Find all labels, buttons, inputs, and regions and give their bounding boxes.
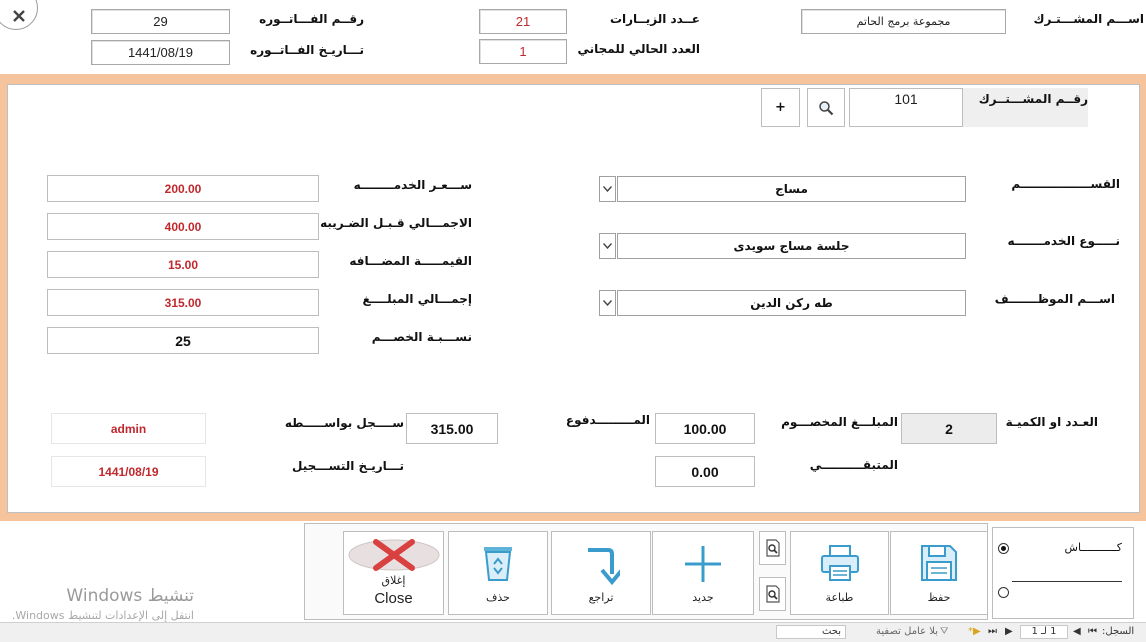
delete-label: حذف: [486, 591, 510, 604]
second-option-radio[interactable]: [998, 587, 1009, 598]
record-label: السجل:: [1102, 626, 1135, 637]
remaining-field[interactable]: 0.00: [655, 456, 755, 487]
print-preview-icon: [765, 585, 780, 603]
undo-label: تراجع: [588, 591, 614, 604]
quantity-field[interactable]: 2: [901, 413, 997, 444]
second-option-line: [1012, 581, 1122, 582]
chevron-down-icon: [603, 186, 612, 192]
first-record-button[interactable]: ⏮: [1088, 626, 1097, 637]
close-icon: [13, 10, 25, 22]
windows-activation-title: تنشيط Windows: [66, 586, 194, 606]
recycle-bin-icon: [484, 547, 512, 581]
print-button[interactable]: طباعة: [790, 531, 889, 615]
search-box[interactable]: بحث: [776, 625, 846, 639]
chevron-down-icon: [603, 243, 612, 249]
print-preview-button-2[interactable]: [759, 577, 786, 611]
add-subscriber-button[interactable]: +: [761, 88, 800, 127]
subscriber-id-label: رقــم المشـــتــرك: [978, 92, 1088, 106]
new-record-button[interactable]: ▶*: [968, 626, 981, 637]
service-type-label: نـــــوع الخدمـــــــه: [1007, 234, 1120, 248]
close-label-ar: إغلاق: [381, 574, 406, 587]
service-price-field[interactable]: 200.00: [47, 175, 319, 202]
invoice-number-label: رقــم الفـــاتــوره: [259, 12, 364, 26]
record-navigation-bar: السجل: ⏮ ◀ 1 لـ 1 ▶ ⏭ ▶* ⛛ بلا عامل تصفي…: [0, 622, 1146, 642]
section-select[interactable]: مساج: [617, 176, 966, 202]
paid-label: المـــــــــدفوع: [565, 413, 650, 427]
section-label: القســـــــــــــــــم: [1011, 177, 1120, 191]
next-record-button[interactable]: ▶: [1005, 626, 1013, 637]
radio-dot: [1001, 546, 1006, 551]
windows-activation-subtitle: انتقل إلى الإعدادات لتنشيط Windows.: [11, 609, 194, 622]
new-label: جديد: [692, 591, 714, 604]
undo-button[interactable]: تراجع: [551, 531, 651, 615]
print-label: طباعة: [825, 591, 854, 604]
paid-field[interactable]: 315.00: [406, 413, 498, 444]
magnifier-icon: [819, 100, 834, 115]
subscriber-id-field[interactable]: 101: [849, 88, 963, 127]
total-amount-label: إجمـــالي المبلــــغ: [362, 292, 472, 306]
section-dropdown-button[interactable]: [599, 176, 616, 202]
registered-by-label: ســــجل بواســـــطه: [284, 416, 404, 430]
floppy-disk-icon: [921, 545, 957, 581]
search-subscriber-button[interactable]: [807, 88, 845, 127]
save-label: حفظ: [927, 591, 951, 604]
cash-label: كـــــــــــاش: [1064, 541, 1122, 554]
subscriber-name-field[interactable]: مجموعة برمج الحاتم: [801, 9, 1006, 34]
invoice-number-field[interactable]: 29: [91, 9, 230, 34]
visits-label: عــدد الزيــارات: [609, 12, 700, 26]
employee-label: اســـم الموظـــــــف: [994, 292, 1115, 306]
registered-by-field: admin: [51, 413, 206, 444]
undo-arrow-icon: [588, 548, 620, 586]
filter-icon: ⛛: [940, 626, 949, 637]
quantity-label: العـدد او الكميـة: [1005, 415, 1098, 429]
discount-percent-field[interactable]: 25: [47, 327, 319, 354]
chevron-down-icon: [603, 300, 612, 306]
print-preview-icon: [765, 539, 780, 557]
total-before-tax-field[interactable]: 400.00: [47, 213, 319, 240]
vat-label: القيمـــــة المضـــافه: [349, 254, 472, 268]
discount-amount-field[interactable]: 100.00: [655, 413, 755, 444]
service-type-dropdown-button[interactable]: [599, 233, 616, 259]
close-window-button[interactable]: [0, 0, 38, 30]
record-position[interactable]: 1 لـ 1: [1020, 625, 1068, 639]
plus-icon: [685, 546, 721, 582]
discount-percent-label: نســـبـة الخصـــم: [371, 330, 472, 344]
printer-icon: [820, 545, 859, 581]
service-price-label: ســـعـر الخدمــــــــه: [353, 178, 472, 192]
free-count-field[interactable]: 1: [479, 39, 567, 64]
employee-dropdown-button[interactable]: [599, 290, 616, 316]
discount-amount-label: المبلـــغ المخصـــوم: [781, 415, 898, 429]
free-count-label: العدد الحالي للمجاني: [577, 42, 700, 56]
plus-label: +: [775, 100, 786, 115]
registration-date-field: 1441/08/19: [51, 456, 206, 487]
new-button[interactable]: جديد: [652, 531, 754, 615]
registration-date-label: تـــاريـخ التســـجيل: [292, 459, 404, 473]
delete-button[interactable]: حذف: [448, 531, 548, 615]
invoice-date-field[interactable]: 1441/08/19: [91, 40, 230, 65]
section-value: مساج: [775, 182, 808, 196]
remaining-label: المتبقــــــــــي: [809, 458, 898, 472]
employee-select[interactable]: طه ركن الدين: [617, 290, 966, 316]
previous-record-button[interactable]: ◀: [1073, 626, 1081, 637]
total-amount-field[interactable]: 315.00: [47, 289, 319, 316]
close-label-en: Close: [374, 590, 413, 607]
close-x-icon: [348, 539, 439, 571]
subscriber-name-label: اســـم المشـــتـرك: [1033, 12, 1144, 26]
close-button[interactable]: إغلاق Close: [343, 531, 444, 615]
invoice-date-label: تـــاريـخ الفــاتــوره: [250, 43, 364, 57]
vat-field[interactable]: 15.00: [47, 251, 319, 278]
save-button[interactable]: حفظ: [890, 531, 988, 615]
service-type-select[interactable]: جلسة مساج سويدى: [617, 233, 966, 259]
print-preview-button-1[interactable]: [759, 531, 786, 565]
visits-field[interactable]: 21: [479, 9, 567, 34]
last-record-button[interactable]: ⏭: [988, 626, 997, 637]
total-before-tax-label: الاجمـــالي قـبـل الضـريبه: [320, 216, 472, 230]
filter-status: بلا عامل تصفية: [876, 626, 938, 637]
service-type-value: جلسة مساج سويدى: [733, 239, 850, 253]
employee-value: طه ركن الدين: [750, 296, 833, 310]
cash-radio[interactable]: [998, 543, 1009, 554]
